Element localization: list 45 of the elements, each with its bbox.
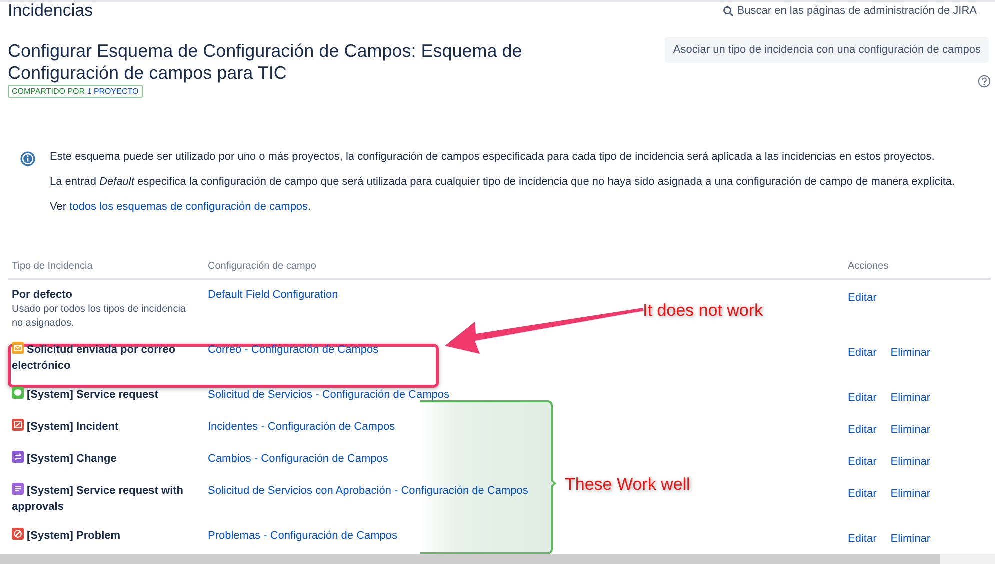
edit-link[interactable]: Editar	[848, 486, 877, 521]
issue-type-name: Solicitud enviada por correo electrónico	[12, 342, 177, 374]
edit-link[interactable]: Editar	[848, 422, 877, 444]
annotation-text: It does not work	[643, 301, 764, 321]
associate-button[interactable]: Asociar un tipo de incidencia con una configuración de campos	[665, 37, 989, 63]
issue-type-description: Usado por todos los tipos de incidencia no asignados.	[12, 303, 187, 331]
delete-link[interactable]: Eliminar	[890, 422, 930, 444]
edit-link[interactable]: Editar	[848, 390, 877, 412]
delete-link[interactable]: Eliminar	[890, 345, 930, 380]
edit-link[interactable]: Editar	[848, 454, 877, 476]
info-icon	[20, 152, 36, 166]
configuration-link[interactable]: Correo - Configuración de Campos	[208, 344, 379, 356]
page-title: Configurar Esquema de Configuración de Campos: Esquema de Configuración de campos para TIC	[8, 40, 524, 84]
issue-type-name: Por defecto	[12, 288, 74, 303]
issue-type-name: [System] Service request	[12, 387, 200, 403]
column-header: Tipo de Incidencia	[11, 260, 94, 274]
info-paragraph: Ver todos los esquemas de configuración de campos.	[50, 200, 312, 215]
configuration-link[interactable]: Solicitud de Servicios - Configuración de Campos	[208, 389, 450, 401]
edit-link[interactable]: Editar	[848, 345, 877, 380]
delete-link[interactable]: Eliminar	[890, 390, 930, 412]
configuration-link[interactable]: Problemas - Configuración de Campos	[208, 530, 398, 542]
configuration-link[interactable]: Solicitud de Servicios con Aprobación - Configuración de Campos	[208, 485, 528, 497]
column-header: Configuración de campo	[207, 260, 318, 274]
search-link[interactable]: Buscar en las páginas de administración de JIRA	[723, 5, 977, 17]
configuration-link[interactable]: Cambios - Configuración de Campos	[208, 453, 388, 465]
annotation-text: These Work well	[565, 475, 690, 495]
schemes-link[interactable]: todos los esquemas de configuración de campos	[70, 201, 308, 213]
issue-type-name: [System] Problem	[12, 528, 200, 544]
column-header: Acciones	[847, 260, 890, 274]
edit-link[interactable]: Editar	[848, 290, 877, 335]
issue-type-name: [System] Incident	[12, 419, 200, 435]
info-paragraph: Este esquema puede ser utilizado por uno o más proyectos, la configuración de campos especificada para cada tipo de incidencia será aplicada a las incidencias en estos proyectos.	[50, 150, 936, 165]
configuration-link[interactable]: Default Field Configuration	[208, 289, 338, 301]
delete-link[interactable]: Eliminar	[890, 486, 930, 521]
delete-link[interactable]: Eliminar	[890, 531, 930, 553]
info-paragraph: La entrad Default especifica la configuración de campo que será utilizada para cualquier tipo de incidencia que no haya sido asignada a una configuración de campo de manera explícita.	[50, 175, 956, 190]
configuration-link[interactable]: Incidentes - Configuración de Campos	[208, 421, 396, 433]
help-icon[interactable]	[978, 75, 991, 88]
search-icon	[723, 6, 734, 16]
delete-link[interactable]: Eliminar	[890, 454, 930, 476]
issue-type-name: [System] Service request with approvals	[12, 483, 185, 515]
section-title: Incidencias	[8, 1, 94, 21]
shared-badge: COMPARTIDO POR 1 PROYECTO	[8, 85, 143, 98]
edit-link[interactable]: Editar	[848, 531, 877, 553]
issue-type-name: [System] Change	[12, 451, 200, 467]
